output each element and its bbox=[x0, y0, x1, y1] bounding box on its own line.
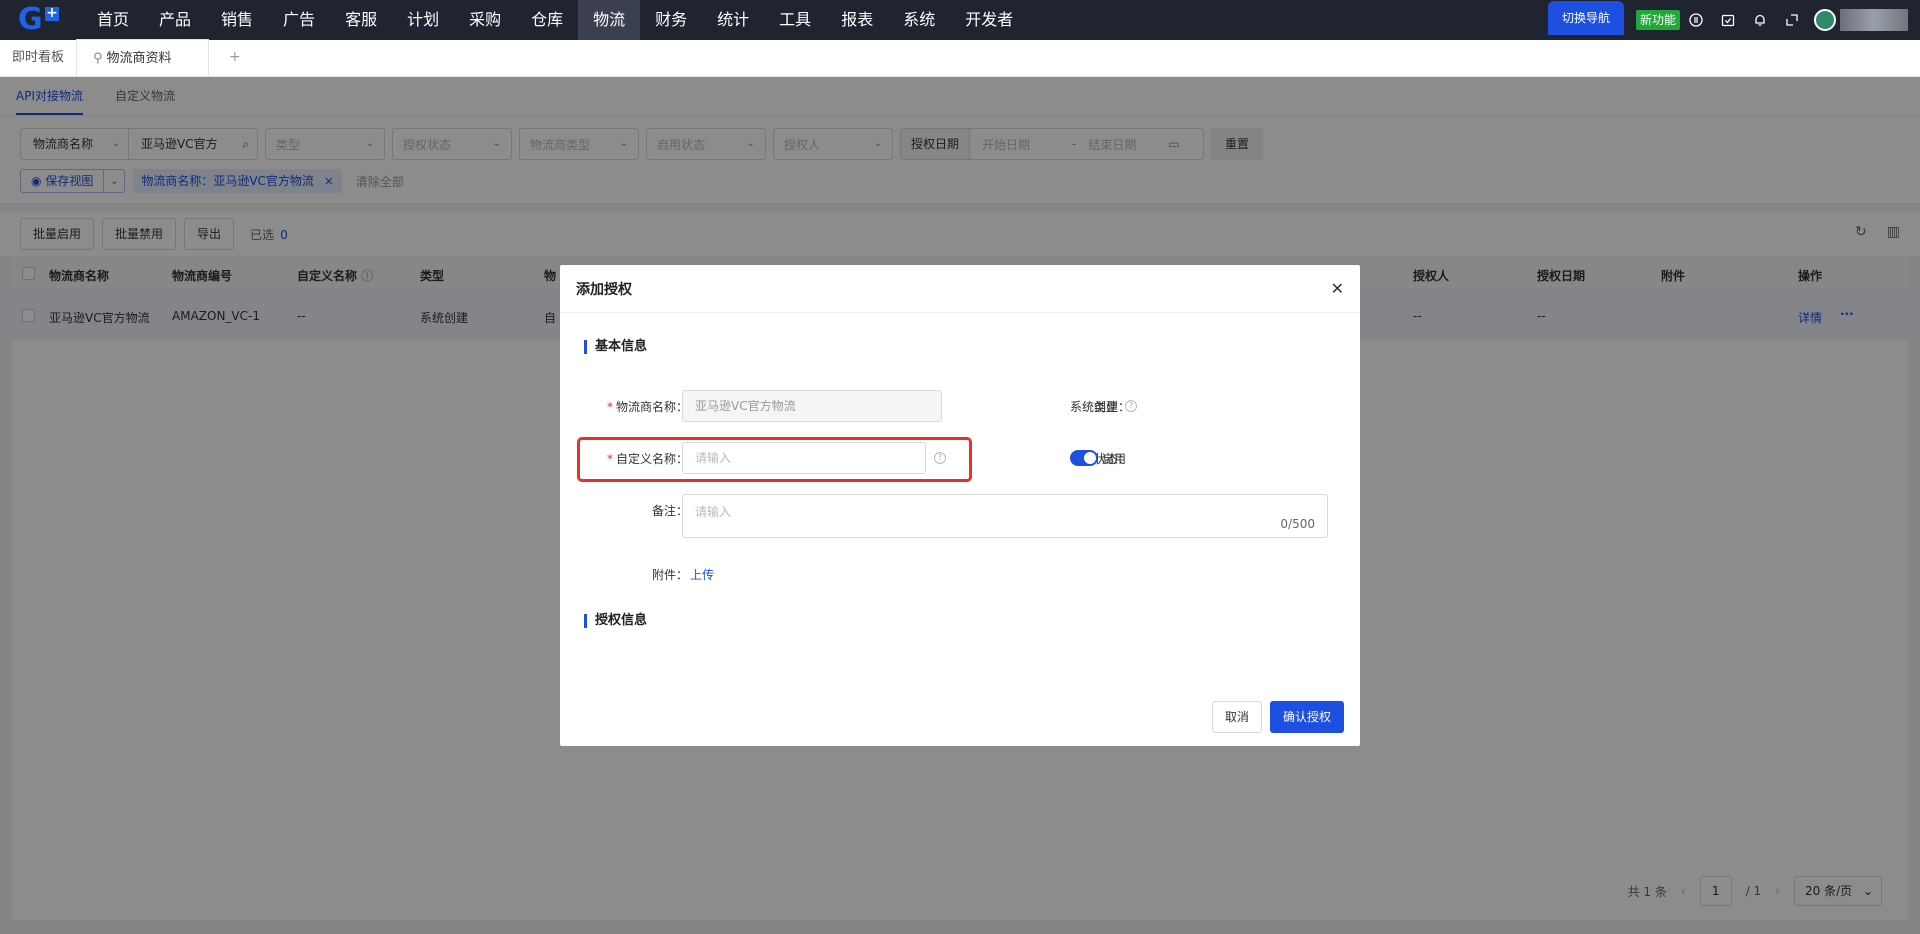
fullscreen-icon[interactable] bbox=[1776, 0, 1808, 40]
top-nav: G + 首页 产品 销售 广告 客服 计划 采购 仓库 物流 财务 统计 工具 报… bbox=[0, 0, 1920, 40]
remark-counter: 0/500 bbox=[1280, 517, 1315, 531]
nav-item-stats[interactable]: 统计 bbox=[702, 0, 764, 40]
type-value-text: 系统创建 bbox=[1070, 400, 1119, 414]
nav-item-logistics[interactable]: 物流 bbox=[578, 0, 641, 40]
provider-name-label: * 物流商名称： bbox=[606, 400, 688, 414]
status-value: 启用 bbox=[1102, 452, 1127, 466]
avatar[interactable] bbox=[1814, 9, 1836, 31]
cancel-button[interactable]: 取消 bbox=[1212, 701, 1263, 733]
nav-item-plan[interactable]: 计划 bbox=[392, 0, 454, 40]
provider-name-label-text: 物流商名称： bbox=[615, 400, 688, 414]
tab-logistics-providers[interactable]: ⚲ 物流商资料 bbox=[76, 39, 210, 76]
main-nav: 首页 产品 销售 广告 客服 计划 采购 仓库 物流 财务 统计 工具 报表 系… bbox=[82, 0, 1028, 40]
dialog-title: 添加授权 bbox=[560, 265, 1360, 313]
username-blurred[interactable] bbox=[1840, 9, 1908, 31]
remark-placeholder: 请输入 bbox=[695, 505, 732, 519]
remark-textarea[interactable]: 请输入 0/500 bbox=[682, 494, 1328, 538]
nav-item-ads[interactable]: 广告 bbox=[268, 0, 330, 40]
pin-icon: ⚲ bbox=[93, 51, 103, 66]
custom-name-label: * 自定义名称： bbox=[606, 452, 688, 466]
nav-right: 切换导航 新功能 bbox=[1547, 0, 1920, 40]
confirm-authorization-button[interactable]: 确认授权 bbox=[1270, 701, 1345, 733]
provider-name-field: 亚马逊VC官方物流 bbox=[682, 390, 942, 422]
logo[interactable]: G + bbox=[0, 0, 66, 40]
nav-item-home[interactable]: 首页 bbox=[82, 0, 144, 40]
remark-label: 备注： bbox=[651, 504, 688, 518]
attachment-label: 附件： bbox=[651, 568, 688, 582]
nav-item-sales[interactable]: 销售 bbox=[206, 0, 268, 40]
calendar-check-icon[interactable] bbox=[1712, 0, 1744, 40]
info-circle-icon[interactable] bbox=[1680, 0, 1712, 40]
tab-label: 物流商资料 bbox=[106, 51, 172, 66]
help-icon[interactable]: ? bbox=[934, 452, 946, 464]
bell-icon[interactable] bbox=[1744, 0, 1776, 40]
add-tab-button[interactable]: + bbox=[209, 39, 261, 76]
nav-item-system[interactable]: 系统 bbox=[888, 0, 950, 40]
close-icon[interactable]: ✕ bbox=[1331, 279, 1344, 298]
nav-item-developer[interactable]: 开发者 bbox=[950, 0, 1028, 40]
new-feature-badge[interactable]: 新功能 bbox=[1635, 10, 1680, 30]
auth-info-section: 授权信息 bbox=[584, 614, 647, 628]
nav-item-service[interactable]: 客服 bbox=[330, 0, 392, 40]
nav-item-tools[interactable]: 工具 bbox=[764, 0, 826, 40]
basic-info-section: 基本信息 bbox=[584, 340, 647, 354]
status-toggle[interactable] bbox=[1070, 450, 1098, 466]
custom-name-label-text: 自定义名称： bbox=[615, 452, 688, 466]
nav-item-product[interactable]: 产品 bbox=[144, 0, 206, 40]
nav-item-finance[interactable]: 财务 bbox=[640, 0, 702, 40]
custom-name-input[interactable]: 请输入 bbox=[682, 442, 926, 474]
switch-nav-button[interactable]: 切换导航 bbox=[1547, 1, 1624, 35]
add-authorization-dialog: 添加授权 ✕ 基本信息 * 物流商名称： 亚马逊VC官方物流 类型： 系统创建 ?… bbox=[560, 265, 1360, 746]
upload-link[interactable]: 上传 bbox=[690, 566, 714, 583]
type-value: 系统创建 bbox=[1070, 398, 1118, 415]
page-tabs: 即时看板 ⚲ 物流商资料 + bbox=[0, 39, 1920, 77]
help-icon[interactable]: ? bbox=[1125, 400, 1137, 412]
nav-item-warehouse[interactable]: 仓库 bbox=[516, 0, 578, 40]
nav-item-reports[interactable]: 报表 bbox=[826, 0, 888, 40]
tab-dashboard[interactable]: 即时看板 bbox=[0, 39, 76, 76]
nav-item-purchase[interactable]: 采购 bbox=[454, 0, 516, 40]
